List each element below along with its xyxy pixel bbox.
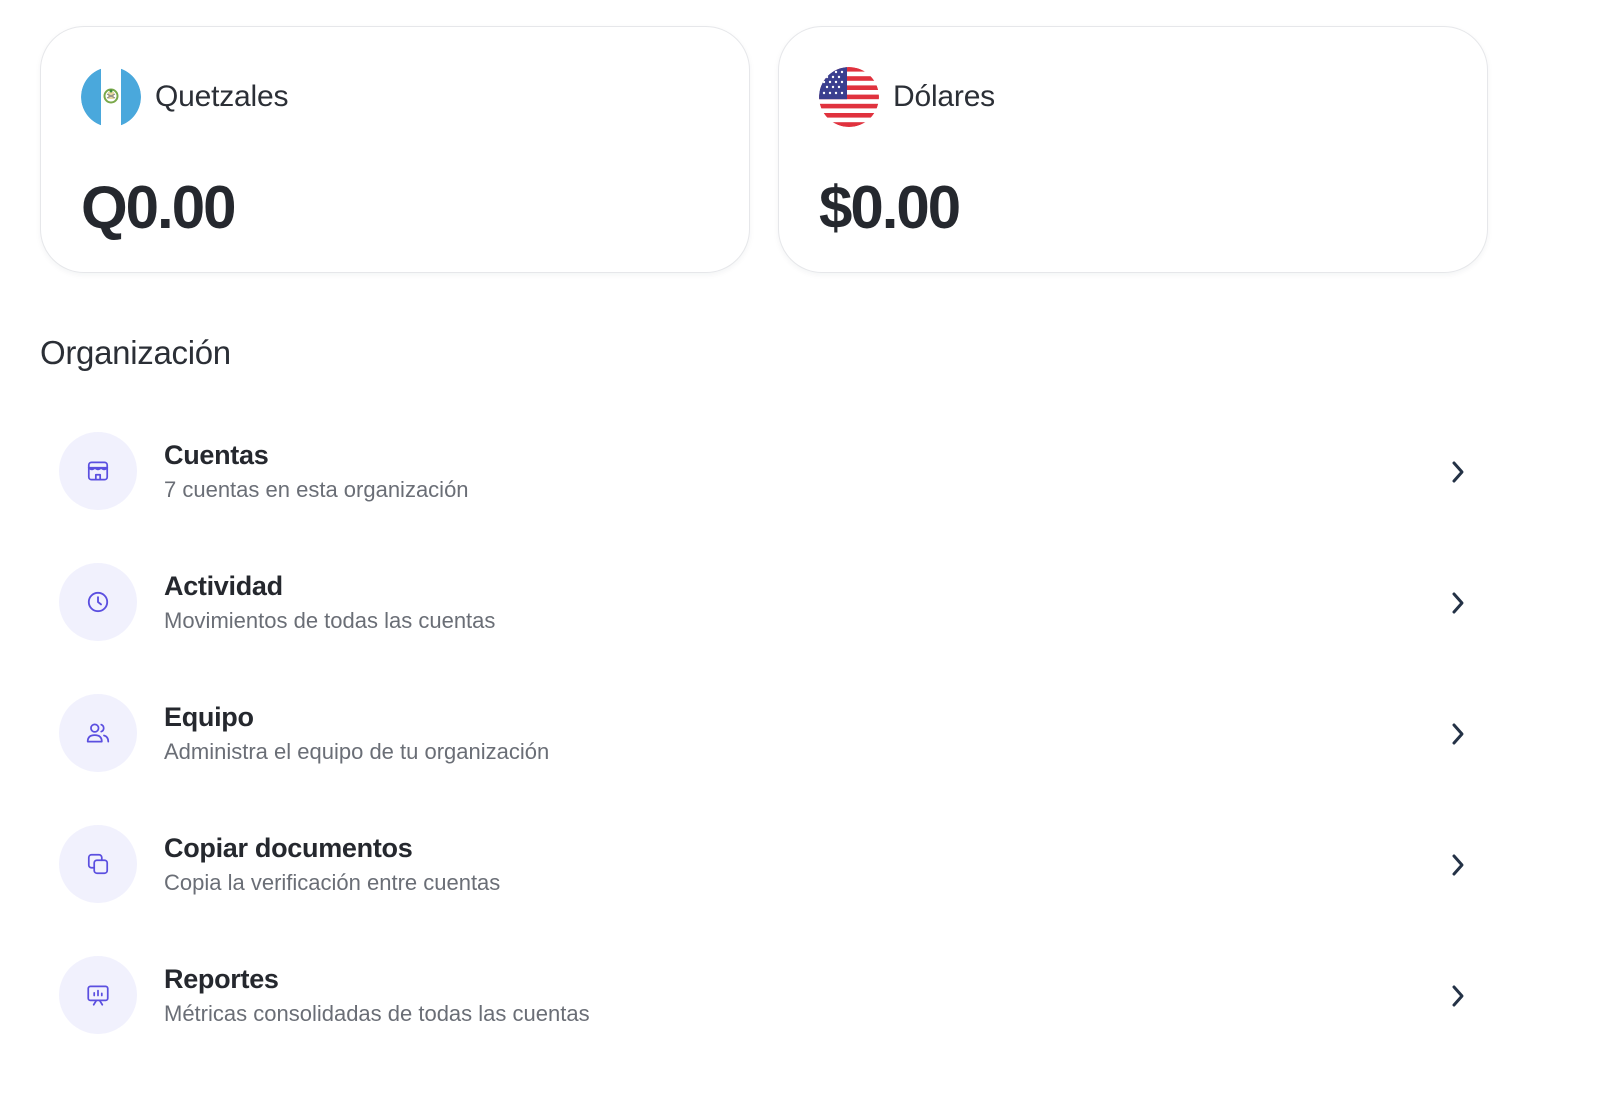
menu-item-text: Actividad Movimientos de todas las cuent… <box>164 569 495 637</box>
balance-card-dolares[interactable]: Dólares $0.00 <box>778 26 1488 273</box>
menu-item-title: Actividad <box>164 571 283 601</box>
menu-item-subtitle: Movimientos de todas las cuentas <box>164 608 496 633</box>
organization-page: Quetzales Q0.00 Dólares $0.00 Organizaci… <box>0 0 1600 1114</box>
currency-name: Dólares <box>893 80 995 113</box>
chevron-right-icon <box>1452 854 1464 876</box>
menu-item-title: Copiar documentos <box>164 833 413 863</box>
menu-item-reportes[interactable]: Reportes Métricas consolidadas de todas … <box>40 944 1500 1075</box>
chevron-right-icon <box>1452 985 1464 1007</box>
store-icon <box>59 432 137 510</box>
balance-amount: $0.00 <box>819 174 961 241</box>
card-header: Dólares <box>819 67 995 127</box>
card-header: Quetzales <box>81 67 288 127</box>
menu-item-subtitle: Métricas consolidadas de todas las cuent… <box>164 1001 590 1026</box>
menu-item-text: Copiar documentos Copia la verificación … <box>164 831 500 899</box>
organization-menu: Cuentas 7 cuentas en esta organización A… <box>40 420 1500 1075</box>
clock-icon <box>59 563 137 641</box>
menu-item-text: Equipo Administra el equipo de tu organi… <box>164 700 549 768</box>
presentation-chart-icon <box>59 956 137 1034</box>
menu-item-subtitle: Administra el equipo de tu organización <box>164 739 550 764</box>
copy-icon <box>59 825 137 903</box>
menu-item-subtitle: Copia la verificación entre cuentas <box>164 870 501 895</box>
chevron-right-icon <box>1452 592 1464 614</box>
guatemala-flag-icon <box>81 67 141 127</box>
balance-cards: Quetzales Q0.00 Dólares $0.00 <box>40 26 1488 273</box>
section-title: Organización <box>40 334 231 371</box>
balance-card-quetzales[interactable]: Quetzales Q0.00 <box>40 26 750 273</box>
chevron-right-icon <box>1452 723 1464 745</box>
currency-name: Quetzales <box>155 80 289 113</box>
chevron-right-icon <box>1452 461 1464 483</box>
balance-amount: Q0.00 <box>81 174 236 241</box>
menu-item-equipo[interactable]: Equipo Administra el equipo de tu organi… <box>40 682 1500 813</box>
menu-item-actividad[interactable]: Actividad Movimientos de todas las cuent… <box>40 551 1500 682</box>
users-icon <box>59 694 137 772</box>
menu-item-title: Cuentas <box>164 440 269 470</box>
menu-item-text: Cuentas 7 cuentas en esta organización <box>164 438 469 506</box>
menu-item-subtitle: 7 cuentas en esta organización <box>164 477 469 502</box>
menu-item-title: Reportes <box>164 964 279 994</box>
usa-flag-icon <box>819 67 879 127</box>
menu-item-text: Reportes Métricas consolidadas de todas … <box>164 962 590 1030</box>
menu-item-title: Equipo <box>164 702 254 732</box>
menu-item-copiar-documentos[interactable]: Copiar documentos Copia la verificación … <box>40 813 1500 944</box>
menu-item-cuentas[interactable]: Cuentas 7 cuentas en esta organización <box>40 420 1500 551</box>
